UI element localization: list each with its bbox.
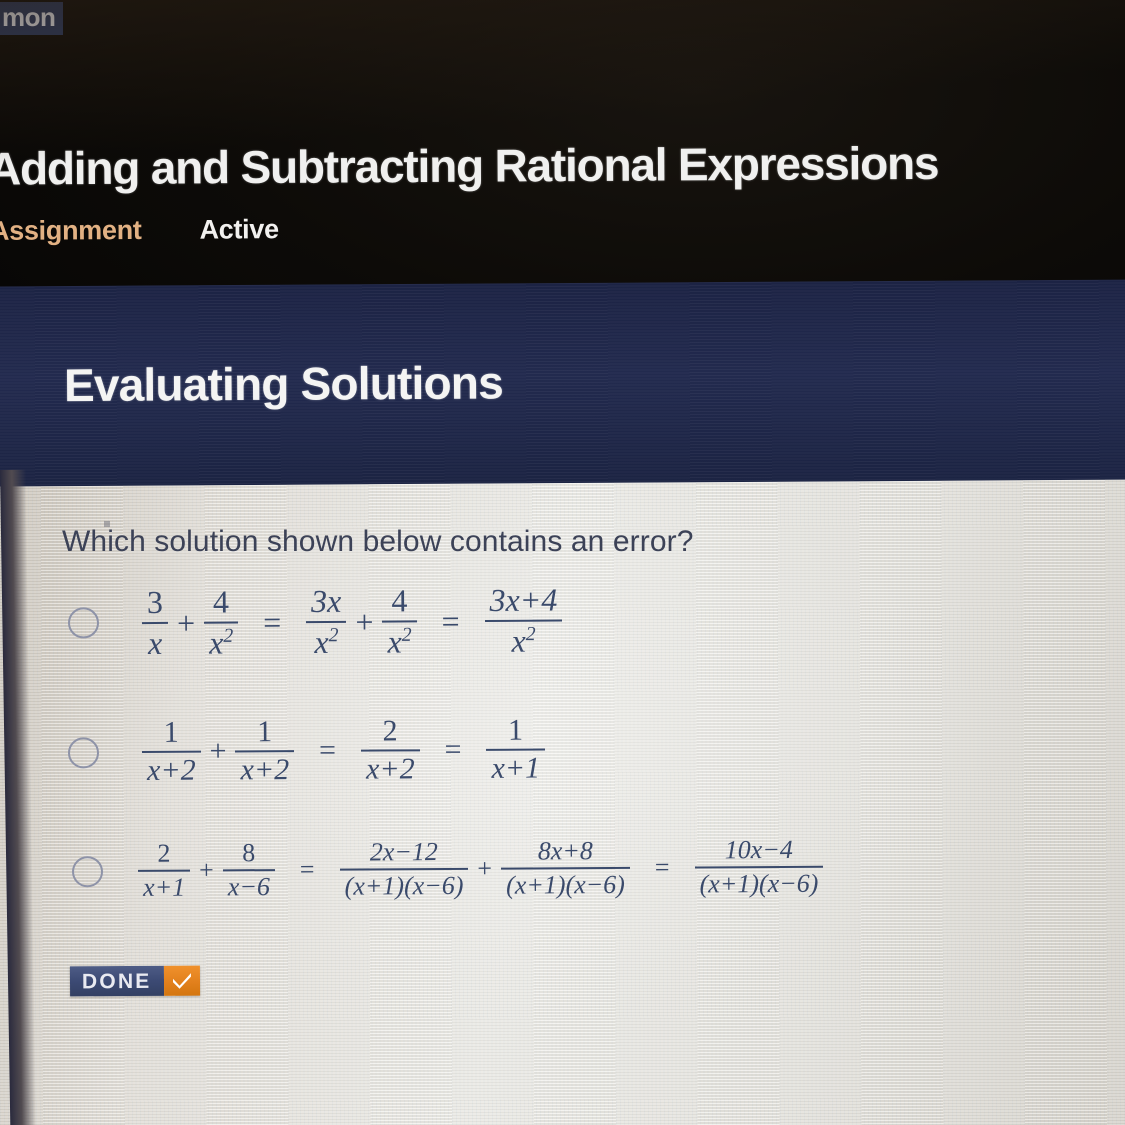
fraction-8-over-xminus6: 8 x−6: [222, 838, 275, 902]
screenshot-root: mon Adding and Subtracting Rational Expr…: [0, 0, 1125, 1125]
option-3-expression: 2 x+1 + 8 x−6 = 2x−12 (x+1)(x−6) + 8x+8 …: [135, 834, 827, 902]
fraction-result-2: 1 x+1: [486, 713, 546, 786]
numerator: 3: [146, 583, 163, 621]
fraction-bar: [222, 869, 275, 872]
answer-option-3[interactable]: 2 x+1 + 8 x−6 = 2x−12 (x+1)(x−6) + 8x+8 …: [71, 834, 827, 903]
fraction-bar: [360, 749, 420, 753]
numerator: 10x−4: [724, 834, 793, 865]
equals-sign: =: [299, 854, 315, 884]
denominator: x2: [511, 622, 536, 659]
numerator: 8x+8: [537, 836, 593, 866]
plus-sign: +: [199, 855, 214, 885]
top-dark-region: mon Adding and Subtracting Rational Expr…: [0, 0, 1125, 300]
fraction-2-over-xplus2: 2 x+2: [360, 714, 420, 787]
numerator: 1: [163, 715, 179, 749]
fraction-bar: [235, 750, 295, 753]
fraction-bar: [137, 869, 191, 872]
done-button[interactable]: DONE: [69, 965, 201, 997]
fraction-3-over-x: 3 x: [141, 583, 169, 661]
numerator: 3x+4: [489, 581, 558, 618]
section-header-band: Evaluating Solutions: [0, 279, 1125, 492]
denominator: x: [147, 624, 163, 661]
content-panel: [0, 479, 1125, 1125]
answer-option-1[interactable]: 3 x + 4 x2 = 3x x2 + 4 x2 = 3x+4 x2: [67, 581, 566, 661]
numerator: 2: [157, 838, 171, 868]
numerator: 2: [382, 714, 398, 748]
option-2-expression: 1 x+2 + 1 x+2 = 2 x+2 = 1 x+1: [139, 713, 548, 788]
denominator: (x+1)(x−6): [506, 870, 626, 900]
denominator: x+1: [491, 751, 541, 786]
equals-sign: =: [263, 603, 282, 640]
denominator: x+1: [143, 872, 186, 902]
denominator: (x+1)(x−6): [344, 870, 464, 901]
numerator: 2x−12: [369, 837, 438, 867]
fraction-bar: [204, 621, 239, 624]
fraction-3x-over-x2: 3x x2: [306, 582, 347, 660]
radio-button-option-2[interactable]: [67, 737, 100, 769]
numerator: 4: [391, 582, 408, 619]
fraction-4-over-x2: 4 x2: [204, 583, 239, 661]
numerator: 8: [242, 838, 256, 868]
fraction-result-1: 3x+4 x2: [484, 581, 563, 659]
fraction-1-over-xplus2: 1 x+2: [141, 715, 201, 788]
fraction-bar: [484, 619, 563, 622]
denominator: x+2: [240, 753, 290, 787]
numerator: 4: [212, 583, 230, 620]
breadcrumb[interactable]: mon: [0, 2, 64, 36]
fraction-bar: [382, 619, 417, 623]
tab-bar: Assignment Active: [0, 214, 279, 247]
denominator: x−6: [227, 872, 271, 902]
equals-sign: =: [441, 602, 460, 639]
plus-sign: +: [176, 604, 196, 641]
tab-active[interactable]: Active: [199, 214, 278, 244]
equals-sign: =: [654, 852, 670, 882]
equals-sign: =: [444, 733, 462, 767]
fraction-bar: [141, 751, 201, 754]
tab-assignment[interactable]: Assignment: [0, 215, 142, 246]
fraction-2x-12-over-product: 2x−12 (x+1)(x−6): [339, 837, 469, 901]
fraction-result-3: 10x−4 (x+1)(x−6): [694, 834, 824, 899]
fraction-bar: [486, 748, 546, 752]
section-title: Evaluating Solutions: [63, 356, 504, 412]
question-prompt: Which solution shown below contains an e…: [62, 525, 694, 558]
plus-sign: +: [355, 603, 374, 640]
denominator: x2: [314, 623, 339, 660]
fraction-bar: [141, 621, 169, 624]
done-button-label: DONE: [69, 965, 165, 997]
denominator: x2: [209, 624, 234, 661]
answer-option-2[interactable]: 1 x+2 + 1 x+2 = 2 x+2 = 1 x+1: [67, 713, 548, 789]
fraction-1-over-xplus2-b: 1 x+2: [235, 715, 295, 787]
denominator: x+2: [365, 752, 415, 787]
numerator: 3x: [310, 582, 342, 620]
fraction-2-over-xplus1: 2 x+1: [137, 838, 191, 902]
fraction-4-over-x2-b: 4 x2: [382, 582, 417, 660]
checkmark-icon: [164, 965, 201, 996]
equals-sign: =: [318, 734, 337, 768]
numerator: 1: [508, 713, 524, 747]
radio-button-option-3[interactable]: [71, 855, 104, 887]
denominator: x2: [387, 623, 412, 660]
option-1-expression: 3 x + 4 x2 = 3x x2 + 4 x2 = 3x+4 x2: [139, 581, 566, 661]
page-title: Adding and Subtracting Rational Expressi…: [0, 136, 939, 195]
fraction-bar: [306, 620, 347, 623]
numerator: 1: [257, 715, 273, 749]
plus-sign: +: [477, 853, 493, 883]
denominator: x+2: [147, 754, 196, 788]
fraction-8x-8-over-product: 8x+8 (x+1)(x−6): [501, 836, 630, 900]
plus-sign: +: [209, 734, 227, 768]
radio-button-option-1[interactable]: [67, 607, 100, 639]
denominator: (x+1)(x−6): [699, 868, 819, 899]
